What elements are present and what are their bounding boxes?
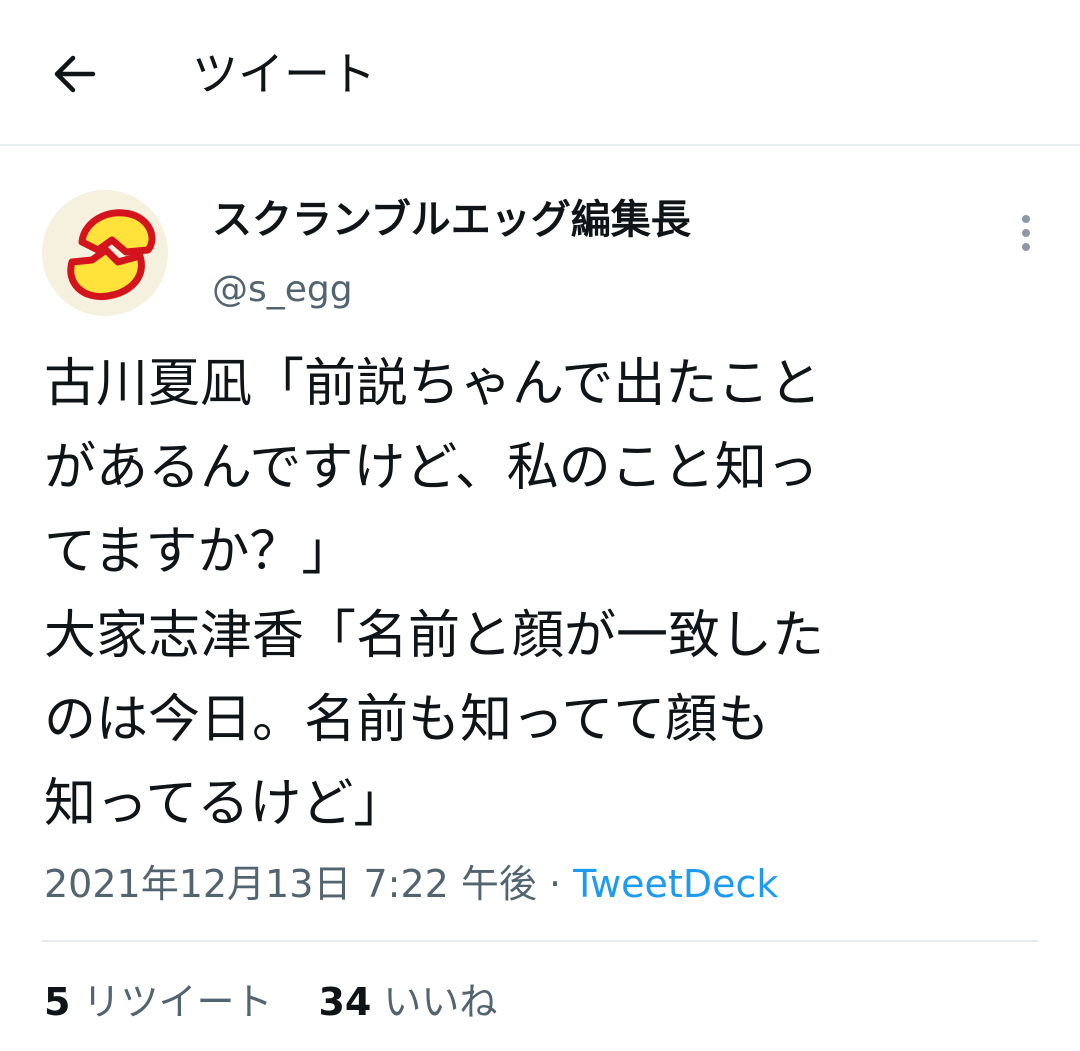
tweet-timestamp[interactable]: 2021年12月13日 7:22 午後 — [44, 862, 537, 906]
tweet-text-line: 古川夏凪「前説ちゃんで出たこと — [44, 354, 822, 414]
tweet-source-link[interactable]: TweetDeck — [573, 862, 778, 906]
meta-separator: · — [549, 862, 574, 906]
tweet-meta: 2021年12月13日 7:22 午後 · TweetDeck — [44, 856, 778, 912]
arrow-left-icon — [54, 55, 96, 93]
page-title: ツイート — [192, 47, 376, 101]
tweet-text: 古川夏凪「前説ちゃんで出たこと があるんですけど、私のこと知っ てますか？」 大… — [44, 342, 1044, 846]
divider — [42, 940, 1038, 942]
likes-label: いいね — [383, 980, 498, 1024]
tweet-text-line: 大家志津香「名前と顔が一致した — [44, 606, 825, 666]
tweet-text-line: のは今日。名前も知ってて顔も — [44, 690, 770, 750]
tweet-text-line: があるんですけど、私のこと知っ — [44, 438, 819, 498]
author-name[interactable]: スクランブルエッグ編集長 — [212, 193, 691, 247]
broken-egg-icon — [42, 190, 168, 316]
vertical-ellipsis-icon — [1022, 215, 1030, 251]
likes-stat[interactable]: 34 いいね — [318, 974, 497, 1030]
likes-count: 34 — [318, 980, 372, 1024]
more-options-button[interactable] — [1004, 206, 1048, 260]
tweet-text-line: てますか？」 — [44, 522, 354, 582]
tweet-stats: 5 リツイート 34 いいね — [44, 974, 543, 1030]
retweets-count: 5 — [44, 980, 71, 1024]
retweets-stat[interactable]: 5 リツイート — [44, 974, 272, 1030]
retweets-label: リツイート — [82, 980, 273, 1024]
author-handle[interactable]: @s_egg — [212, 264, 353, 316]
back-button[interactable] — [44, 44, 104, 104]
avatar[interactable] — [42, 190, 168, 316]
tweet-text-line: 知ってるけど」 — [44, 774, 406, 834]
top-bar: ツイート — [0, 0, 1080, 146]
